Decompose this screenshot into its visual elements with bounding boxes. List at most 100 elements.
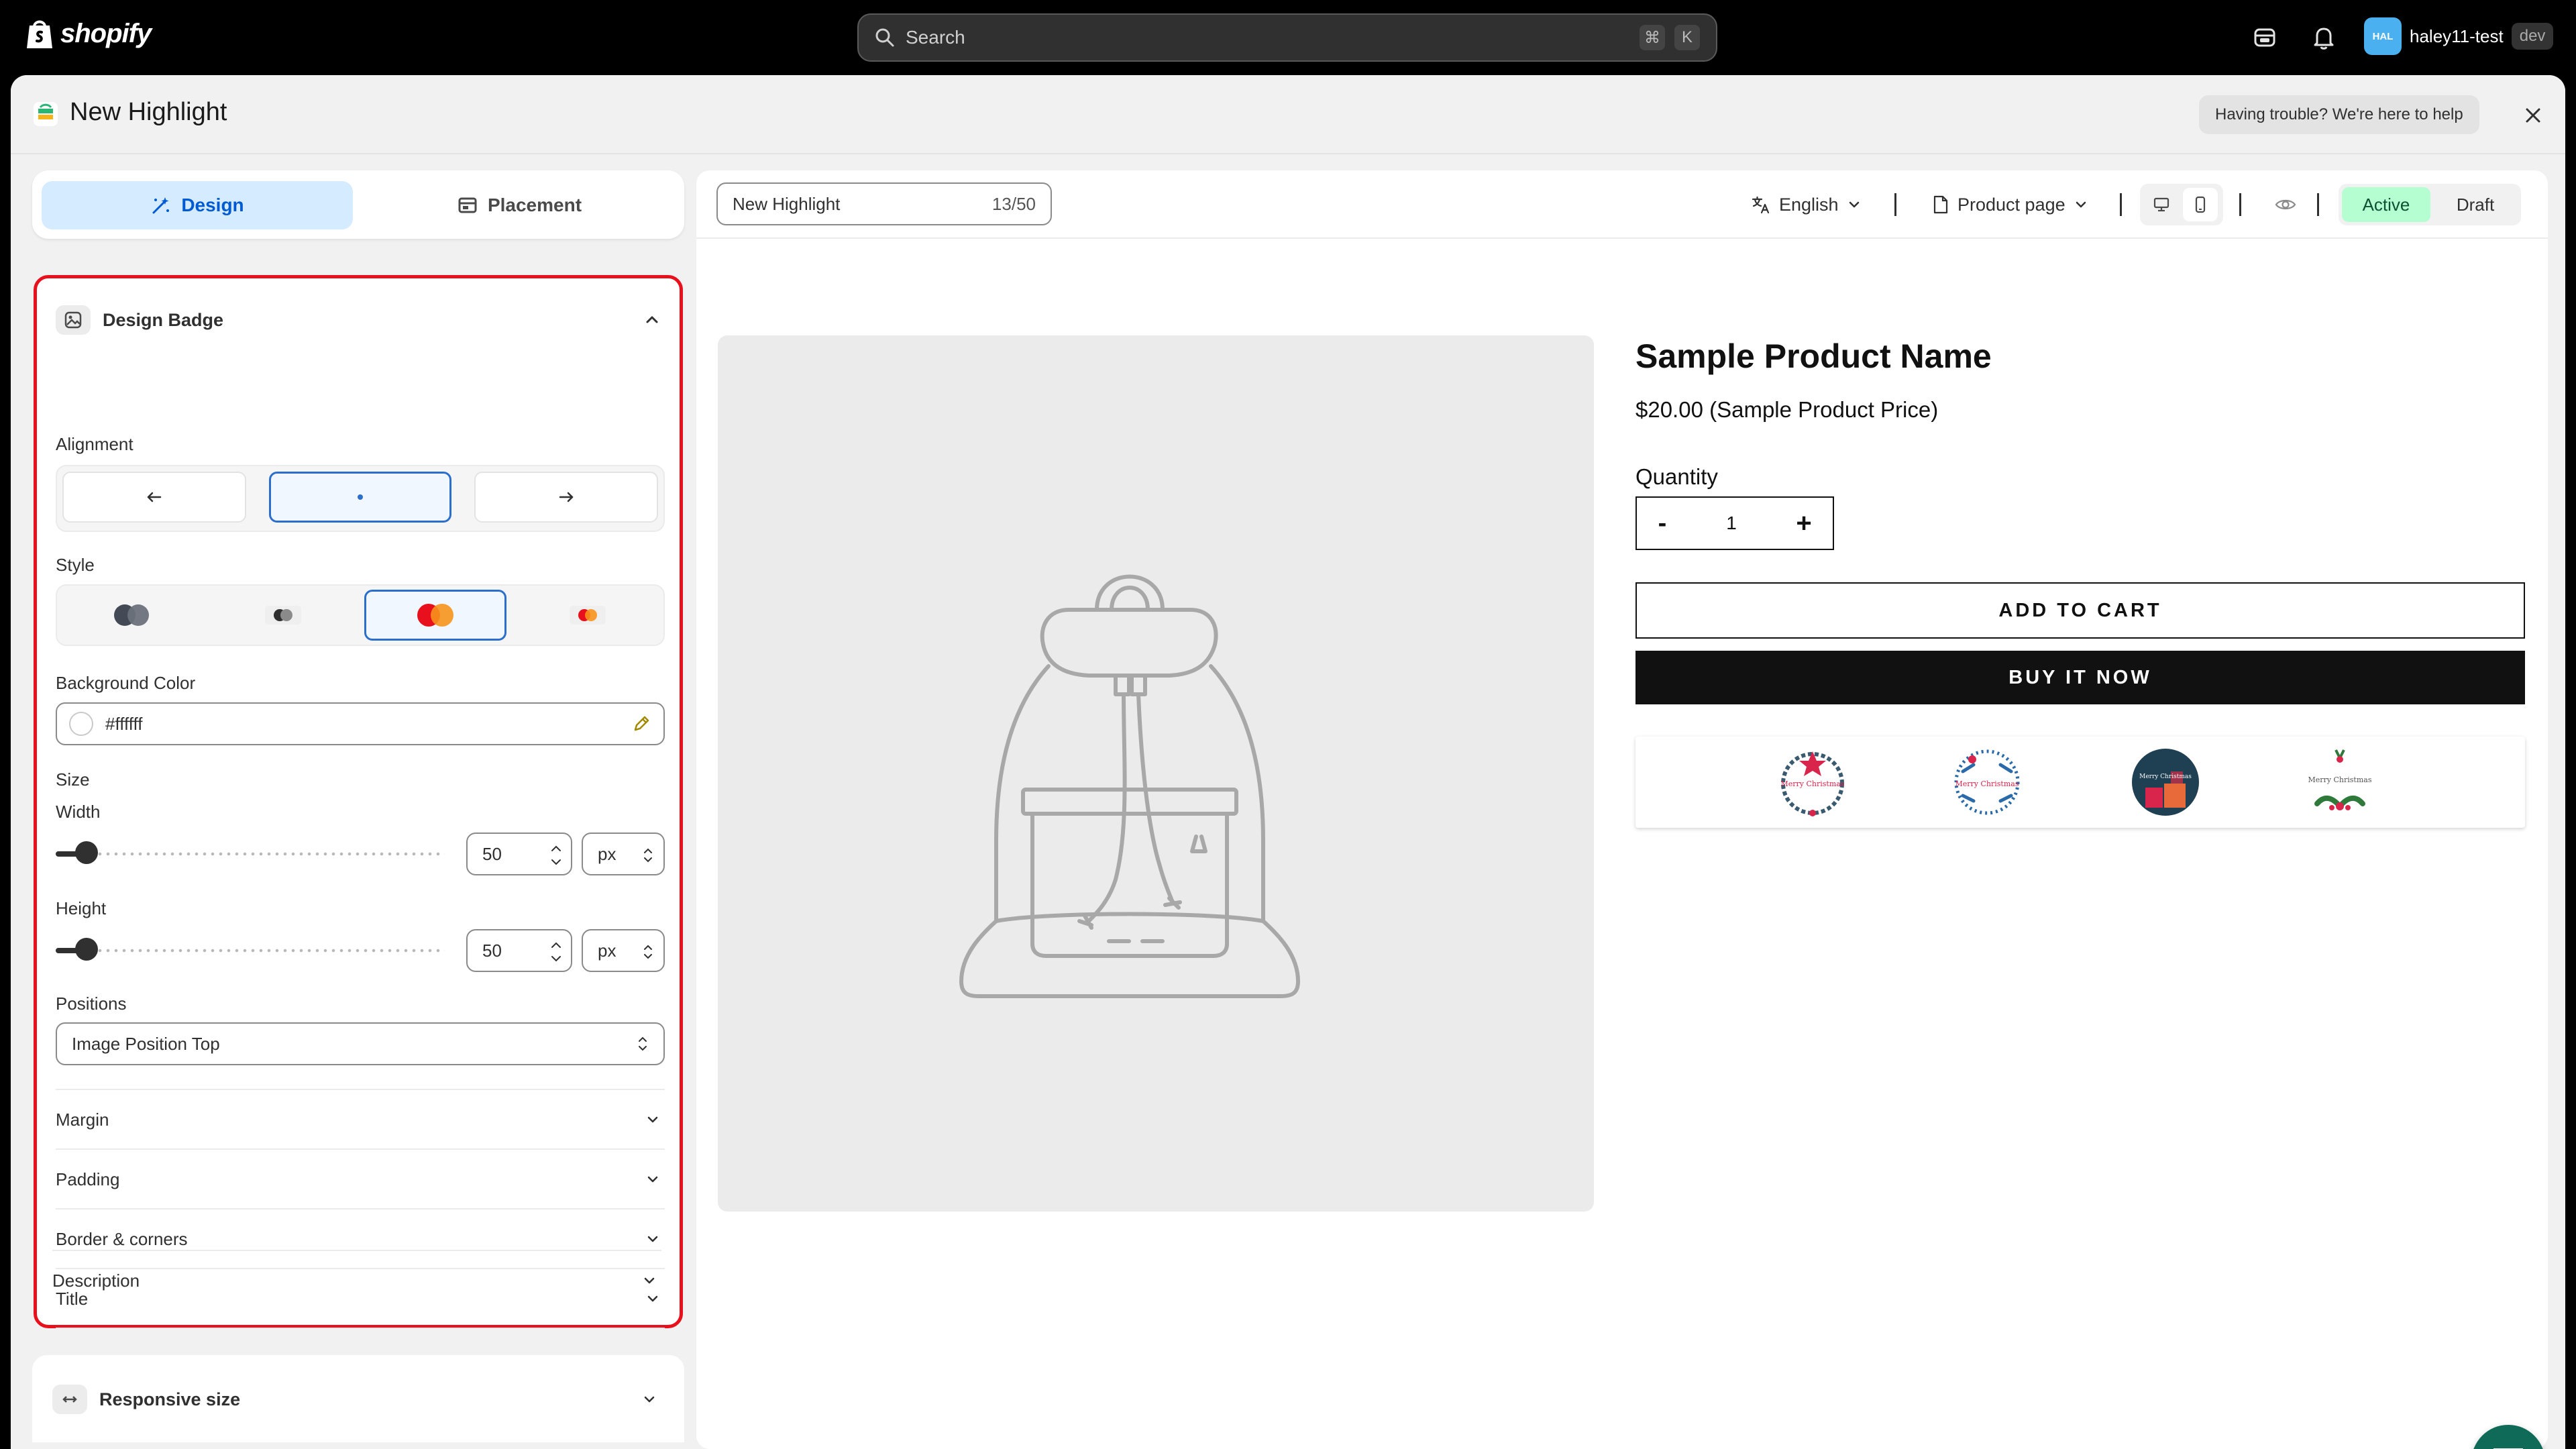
- product-price: $20.00 (Sample Product Price): [1635, 397, 1939, 422]
- chevron-up-icon[interactable]: [643, 311, 661, 329]
- width-stepper-icon[interactable]: [549, 841, 563, 870]
- design-badge-title: Design Badge: [103, 309, 224, 330]
- size-label: Size: [56, 769, 90, 790]
- responsive-size-header[interactable]: Responsive size: [52, 1379, 657, 1419]
- help-button[interactable]: Having trouble? We're here to help: [2199, 95, 2479, 134]
- quantity-value[interactable]: 1: [1688, 513, 1775, 534]
- character-count: 13/50: [991, 193, 1036, 214]
- christmas-gifts-badge: Merry Christmas: [2132, 749, 2199, 816]
- notifications-button[interactable]: [2309, 23, 2339, 52]
- user-menu[interactable]: HAL haley11-test dev: [2364, 17, 2554, 55]
- align-center-button[interactable]: [269, 472, 451, 523]
- add-to-cart-button[interactable]: ADD TO CART: [1635, 582, 2525, 639]
- app-frame: New Highlight Having trouble? We're here…: [11, 75, 2565, 1449]
- badge-text: Merry Christmas: [1781, 780, 1845, 788]
- tab-placement[interactable]: Placement: [364, 181, 675, 229]
- tab-design[interactable]: Design: [42, 181, 353, 229]
- height-slider-track[interactable]: [56, 949, 445, 953]
- brand-name: shopify: [60, 18, 152, 48]
- center-dot-icon: [358, 494, 363, 500]
- close-button[interactable]: [2520, 102, 2546, 129]
- product-image: [718, 335, 1594, 1212]
- height-slider-handle[interactable]: [75, 938, 98, 961]
- magic-wand-icon: [152, 197, 170, 214]
- chevron-down-icon: [647, 1116, 658, 1123]
- height-value: 50: [482, 940, 502, 961]
- width-slider-handle[interactable]: [75, 841, 98, 864]
- positions-value: Image Position Top: [72, 1033, 220, 1054]
- status-active-button[interactable]: Active: [2342, 187, 2430, 222]
- page-title: New Highlight: [70, 98, 227, 126]
- christmas-holly-badge: Merry Christmas: [2308, 749, 2372, 811]
- title-bar: New Highlight Having trouble? We're here…: [11, 75, 2565, 154]
- chevron-down-icon: [1849, 201, 1859, 208]
- eye-icon: [2275, 199, 2296, 210]
- style-small-dark-circles-icon: [265, 606, 301, 625]
- alignment-group: [56, 465, 665, 532]
- highlight-name-value: New Highlight: [733, 193, 841, 214]
- align-right-button[interactable]: [474, 472, 658, 523]
- chevron-down-icon: [644, 1277, 655, 1284]
- highlight-name-input[interactable]: New Highlight 13/50: [716, 182, 1052, 225]
- highlight-badges-row: Merry Christmas Merry Christmas Merry Ch…: [1635, 737, 2525, 828]
- align-left-button[interactable]: [62, 472, 246, 523]
- search-shortcut: ⌘ K: [1640, 25, 1700, 50]
- height-stepper-icon[interactable]: [549, 937, 563, 967]
- top-bar: shopify Search ⌘ K HAL haley11-test dev: [0, 0, 2576, 75]
- store-button[interactable]: [2250, 23, 2279, 52]
- padding-section[interactable]: Padding: [56, 1148, 665, 1209]
- style-dark-circles-icon: [114, 604, 149, 626]
- quantity-label: Quantity: [1635, 464, 1718, 489]
- width-unit: px: [598, 843, 616, 864]
- style-option-1[interactable]: [61, 590, 202, 641]
- pencil-icon[interactable]: [631, 714, 651, 734]
- positions-select[interactable]: Image Position Top: [56, 1022, 665, 1065]
- mobile-view-button[interactable]: [2183, 188, 2218, 221]
- status-toggle: Active Draft: [2339, 184, 2521, 225]
- arrow-left-icon: [147, 492, 162, 502]
- preview-eye-button[interactable]: [2274, 188, 2297, 221]
- height-input[interactable]: 50: [466, 929, 572, 972]
- badge-image-icon: [56, 305, 91, 335]
- language-selector[interactable]: English: [1751, 188, 1862, 221]
- width-unit-select[interactable]: px: [582, 833, 665, 875]
- buy-now-button[interactable]: BUY IT NOW: [1635, 651, 2525, 704]
- style-option-2[interactable]: [213, 590, 354, 641]
- search-bar[interactable]: Search ⌘ K: [857, 13, 1717, 62]
- status-draft-button[interactable]: Draft: [2431, 187, 2520, 222]
- christmas-wreath-badge: Merry Christmas Merry Christmas: [1781, 751, 1845, 816]
- design-badge-header[interactable]: Design Badge: [56, 300, 661, 340]
- avatar: HAL: [2364, 17, 2402, 55]
- width-slider-track[interactable]: [56, 852, 445, 856]
- style-option-4[interactable]: [517, 590, 658, 641]
- christmas-snowflake-badge: Merry Christmas: [1954, 749, 2020, 815]
- description-section[interactable]: Description: [52, 1250, 661, 1310]
- mobile-icon: [2195, 196, 2206, 213]
- bg-color-field[interactable]: #ffffff: [56, 702, 665, 745]
- margin-section[interactable]: Margin: [56, 1089, 665, 1149]
- bell-icon: [2314, 28, 2334, 50]
- style-option-3[interactable]: [364, 590, 506, 641]
- desktop-view-button[interactable]: [2144, 188, 2179, 221]
- quantity-increase-button[interactable]: +: [1775, 508, 1833, 539]
- width-label: Width: [56, 802, 101, 822]
- color-swatch[interactable]: [69, 712, 93, 736]
- chevron-down-icon: [644, 1396, 655, 1403]
- preview-panel: New Highlight 13/50 English Product page…: [696, 170, 2548, 1449]
- height-unit-select[interactable]: px: [582, 929, 665, 972]
- page-type-selector[interactable]: Product page: [1932, 188, 2088, 221]
- width-input[interactable]: 50: [466, 833, 572, 875]
- alignment-label: Alignment: [56, 434, 133, 454]
- responsive-size-card: Responsive size: [32, 1355, 684, 1442]
- chat-icon: [2493, 1448, 2523, 1449]
- height-unit: px: [598, 940, 616, 961]
- backpack-placeholder-icon: [959, 574, 1300, 998]
- badge-text: Merry Christmas: [2308, 775, 2372, 784]
- margin-label: Margin: [56, 1109, 109, 1130]
- shopify-logo[interactable]: shopify: [25, 17, 152, 50]
- style-small-red-orange-circles-icon: [570, 606, 606, 625]
- divider: [56, 1328, 665, 1329]
- style-group: [56, 584, 665, 646]
- quantity-decrease-button[interactable]: -: [1637, 509, 1688, 538]
- style-label: Style: [56, 555, 95, 575]
